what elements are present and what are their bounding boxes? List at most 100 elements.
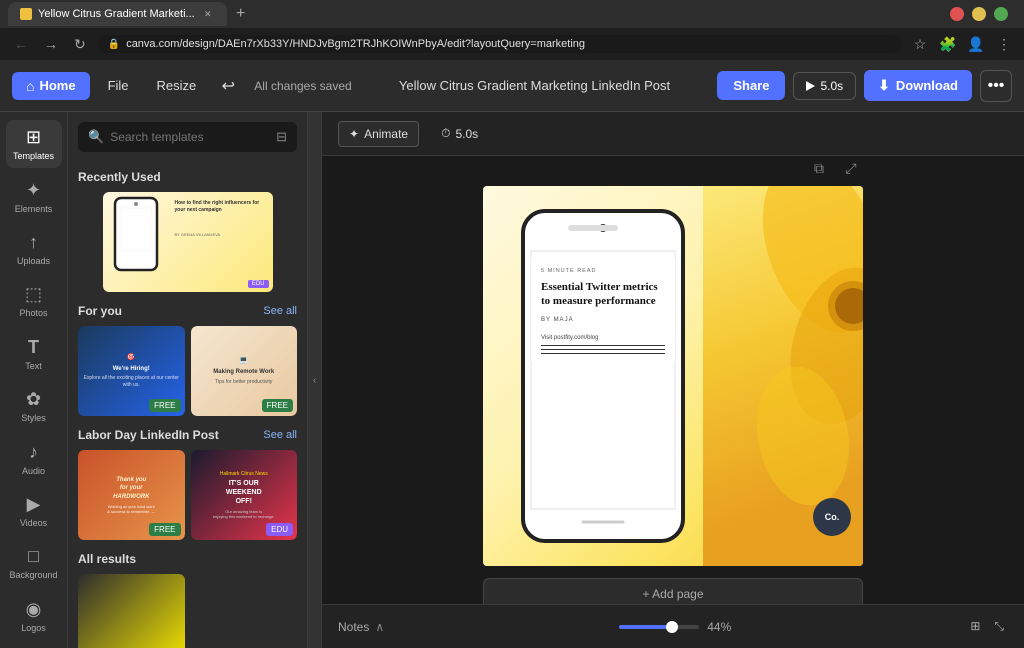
download-button[interactable]: ⬇ Download xyxy=(864,70,972,101)
headline-text: Essential Twitter metrics to measure per… xyxy=(541,280,665,309)
document-title: Yellow Citrus Gradient Marketing LinkedI… xyxy=(399,78,670,93)
animate-icon: ✦ xyxy=(349,127,359,141)
labor-day-card-1[interactable]: Thank youfor yourHARDWORK Wishing all yo… xyxy=(78,450,185,540)
labor-day-section-header: Labor Day LinkedIn Post See all xyxy=(78,428,297,442)
nav-refresh-button[interactable]: ↻ xyxy=(70,34,90,55)
window-minimize[interactable] xyxy=(972,7,986,21)
uploads-icon: ↑ xyxy=(29,232,38,253)
all-results-card-1[interactable] xyxy=(78,574,185,648)
cta-url-text: Visit postfity.com/blog xyxy=(541,335,665,341)
extensions-icon[interactable]: 🧩 xyxy=(938,34,958,54)
canva-header: ⌂ Home File Resize ↩ All changes saved Y… xyxy=(0,60,1024,112)
for-you-see-all[interactable]: See all xyxy=(263,305,297,317)
window-maximize[interactable] xyxy=(994,7,1008,21)
background-icon: □ xyxy=(28,546,39,567)
design-canvas[interactable]: 5 MINUTE READ Essential Twitter metrics … xyxy=(483,186,863,566)
styles-icon: ✿ xyxy=(26,389,41,410)
tools-sidebar: ⊞ Templates ✦ Elements ↑ Uploads ⬚ Photo… xyxy=(0,112,68,648)
grid-view-button[interactable]: ⊞ xyxy=(966,617,984,636)
for-you-card-1[interactable]: 🎯 We're Hiring! Explore all the exciting… xyxy=(78,326,185,416)
tab-favicon xyxy=(20,8,32,20)
search-icon: 🔍 xyxy=(88,129,104,145)
file-menu-button[interactable]: File xyxy=(98,72,139,99)
active-tab[interactable]: Yellow Citrus Gradient Marketi... ✕ xyxy=(8,2,227,26)
chevron-up-icon[interactable]: ∧ xyxy=(375,620,384,634)
templates-label: Templates xyxy=(13,151,54,161)
window-close[interactable] xyxy=(950,7,964,21)
labor-day-card-2[interactable]: Hallmark Citrus News IT'S OURWEEKENDOFF!… xyxy=(191,450,298,540)
expand-button[interactable]: ⤢ xyxy=(839,156,863,180)
author-text: BY MAJA xyxy=(541,317,665,323)
recently-used-template[interactable]: How to find the right influencers for yo… xyxy=(103,192,273,292)
timer-label: 5.0s xyxy=(455,127,478,141)
play-button[interactable]: 5.0s xyxy=(793,72,856,100)
play-duration: 5.0s xyxy=(820,79,843,93)
home-icon: ⌂ xyxy=(26,78,34,94)
fullscreen-button[interactable]: ⤡ xyxy=(990,617,1008,636)
nav-back-button[interactable]: ← xyxy=(10,34,32,54)
undo-icon: ↩ xyxy=(222,76,235,96)
nav-forward-button[interactable]: → xyxy=(40,34,62,54)
canvas-scroll[interactable]: ⧉ ⤢ xyxy=(322,156,1024,604)
tool-elements[interactable]: ✦ Elements xyxy=(6,172,62,220)
all-results-grid xyxy=(78,574,297,648)
resize-button[interactable]: Resize xyxy=(147,72,207,99)
tool-text[interactable]: T Text xyxy=(6,330,62,378)
tool-templates[interactable]: ⊞ Templates xyxy=(6,120,62,168)
free-badge-1: FREE xyxy=(149,399,180,412)
profile-icon[interactable]: 👤 xyxy=(966,34,986,54)
share-button[interactable]: Share xyxy=(717,71,785,100)
phone-mockup: 5 MINUTE READ Essential Twitter metrics … xyxy=(513,206,693,546)
templates-icon: ⊞ xyxy=(26,127,41,148)
tool-background[interactable]: □ Background xyxy=(6,539,62,587)
timer-button[interactable]: ⏱ 5.0s xyxy=(431,121,488,146)
new-tab-button[interactable]: + xyxy=(231,4,251,24)
tool-videos[interactable]: ▶ Videos xyxy=(6,487,62,535)
home-button[interactable]: ⌂ Home xyxy=(12,72,90,100)
zoom-slider-thumb[interactable] xyxy=(666,621,678,633)
address-bar: ← → ↻ 🔒 canva.com/design/DAEn7rXb33Y/HND… xyxy=(0,28,1024,60)
labor-free-badge: FREE xyxy=(149,523,180,536)
co-badge: Co. xyxy=(813,498,851,536)
phone-svg xyxy=(513,206,693,546)
labor-day-grid: Thank youfor yourHARDWORK Wishing all yo… xyxy=(78,450,297,540)
tool-logos[interactable]: ◉ Logos xyxy=(6,592,62,640)
audio-label: Audio xyxy=(22,466,45,476)
for-you-title: For you xyxy=(78,304,122,318)
for-you-section-header: For you See all xyxy=(78,304,297,318)
search-bar: 🔍 ⊟ xyxy=(78,122,297,152)
logos-label: Logos xyxy=(21,623,46,633)
recently-used-title: Recently Used xyxy=(78,170,161,184)
panel-collapse-handle[interactable]: ‹ xyxy=(308,112,322,648)
filter-button[interactable]: ⊟ xyxy=(276,129,287,145)
settings-icon[interactable]: ⋮ xyxy=(994,34,1014,54)
more-options-button[interactable]: ••• xyxy=(980,70,1012,102)
tool-uploads[interactable]: ↑ Uploads xyxy=(6,225,62,273)
copy-icon: ⧉ xyxy=(814,160,824,177)
tool-audio[interactable]: ♪ Audio xyxy=(6,434,62,482)
tool-styles[interactable]: ✿ Styles xyxy=(6,382,62,430)
animate-button[interactable]: ✦ Animate xyxy=(338,121,419,147)
labor-day-see-all[interactable]: See all xyxy=(263,429,297,441)
star-icon[interactable]: ☆ xyxy=(910,34,930,54)
saved-status: All changes saved xyxy=(254,79,351,93)
tool-photos[interactable]: ⬚ Photos xyxy=(6,277,62,325)
styles-label: Styles xyxy=(21,413,46,423)
expand-icon: ⤢ xyxy=(845,160,856,177)
add-page-button[interactable]: + Add page xyxy=(483,578,863,604)
uploads-label: Uploads xyxy=(17,256,50,266)
tab-close-button[interactable]: ✕ xyxy=(201,7,215,21)
search-input[interactable] xyxy=(110,130,270,144)
for-you-card-2[interactable]: 💻 Making Remote Work Tips for better pro… xyxy=(191,326,298,416)
videos-icon: ▶ xyxy=(27,494,41,515)
url-bar[interactable]: 🔒 canva.com/design/DAEn7rXb33Y/HNDJvBgm2… xyxy=(98,35,902,53)
videos-label: Videos xyxy=(20,518,47,528)
logos-icon: ◉ xyxy=(26,599,42,620)
main-layout: ⊞ Templates ✦ Elements ↑ Uploads ⬚ Photo… xyxy=(0,112,1024,648)
animate-label: Animate xyxy=(364,127,408,141)
download-label: Download xyxy=(896,78,958,93)
copy-frame-button[interactable]: ⧉ xyxy=(807,156,831,180)
undo-button[interactable]: ↩ xyxy=(214,72,242,100)
notes-button[interactable]: Notes xyxy=(338,620,369,634)
five-min-read-text: 5 MINUTE READ xyxy=(541,268,665,274)
